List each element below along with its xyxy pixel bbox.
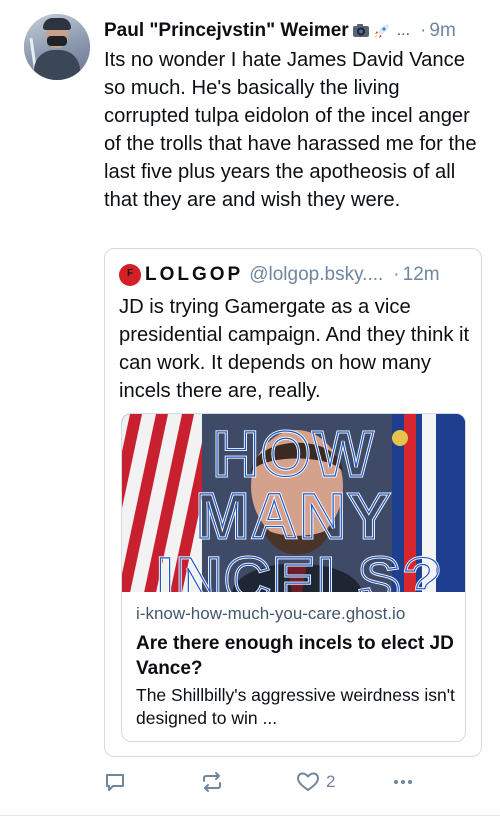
link-card-description: The Shillbilly's aggressive weirdness is…: [136, 685, 455, 728]
like-count: 2: [326, 772, 336, 791]
reply-button[interactable]: [104, 766, 126, 798]
like-button[interactable]: 2: [296, 766, 335, 798]
link-card[interactable]: HOW MANY INCELS? HOW MANY INCELS? i-know…: [121, 413, 466, 742]
post-header: Paul "Princejvstin" Weimer ... · 9m: [104, 18, 480, 44]
quoted-avatar-letter: F: [126, 268, 134, 279]
svg-text:INCELS?: INCELS?: [156, 544, 444, 592]
repost-button[interactable]: [200, 766, 224, 798]
rocket-emoji-icon: [373, 22, 391, 40]
svg-text:MANY: MANY: [196, 480, 392, 552]
camera-emoji-icon: [352, 22, 370, 40]
post-time[interactable]: 9m: [429, 20, 455, 42]
quoted-author-name[interactable]: LOLGOP: [145, 264, 243, 286]
author-avatar[interactable]: [24, 14, 90, 80]
link-card-image: HOW MANY INCELS? HOW MANY INCELS?: [122, 414, 465, 592]
quoted-time-separator: ·: [393, 264, 400, 285]
post-text: Its no wonder I hate James David Vance s…: [104, 49, 477, 211]
more-options-button[interactable]: [392, 766, 414, 798]
quoted-author-handle[interactable]: @lolgop.bsky....: [249, 264, 383, 286]
more-dots-icon: [392, 771, 414, 793]
author-name[interactable]: Paul "Princejvstin" Weimer: [104, 20, 349, 42]
repost-icon: [200, 771, 224, 793]
heart-icon: [296, 771, 320, 793]
link-card-title: Are there enough incels to elect JD Vanc…: [136, 633, 454, 679]
quoted-post-time: 12m: [402, 264, 440, 285]
post[interactable]: Paul "Princejvstin" Weimer ... · 9m Its …: [0, 0, 500, 816]
time-separator: ·: [420, 20, 427, 41]
reply-icon: [104, 771, 126, 793]
post-actions: 2: [104, 766, 482, 798]
quoted-post-header: F LOLGOP @lolgop.bsky.... · 12m: [119, 263, 471, 287]
quoted-post-text: JD is trying Gamergate as a vice preside…: [119, 296, 470, 402]
quoted-post[interactable]: F LOLGOP @lolgop.bsky.... · 12m JD is tr…: [104, 248, 482, 757]
link-card-domain: i-know-how-much-you-care.ghost.io: [136, 604, 406, 623]
name-truncation: ...: [396, 22, 411, 39]
quoted-author-avatar[interactable]: F: [119, 264, 141, 286]
